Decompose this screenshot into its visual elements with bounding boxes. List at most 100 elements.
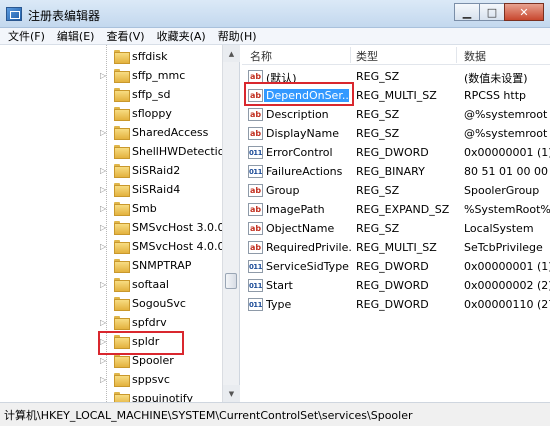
column-divider[interactable] xyxy=(350,47,351,63)
folder-icon xyxy=(114,373,130,387)
scroll-up-arrow-icon[interactable]: ▲ xyxy=(223,45,240,62)
binary-value-icon: 011 xyxy=(248,260,263,273)
expand-arrow-icon[interactable]: ▷ xyxy=(100,128,110,137)
value-row[interactable]: ab DisplayName REG_SZ @%systemroot xyxy=(242,124,550,143)
list-header: 名称 类型 数据 xyxy=(242,45,550,65)
value-name: Type xyxy=(266,298,292,311)
maximize-button[interactable]: □ xyxy=(479,3,505,21)
minimize-button[interactable]: ▁ xyxy=(454,3,480,21)
tree-item-label: SharedAccess xyxy=(132,126,209,139)
binary-value-icon: 011 xyxy=(248,298,263,311)
value-row[interactable]: ab Description REG_SZ @%systemroot xyxy=(242,105,550,124)
tree-item-sffdisk[interactable]: sffdisk xyxy=(0,47,222,66)
value-name: DisplayName xyxy=(266,127,339,140)
value-type: REG_SZ xyxy=(356,222,400,235)
value-row[interactable]: ab RequiredPrivile... REG_MULTI_SZ SeTcbPri… xyxy=(242,238,550,257)
binary-value-icon: 011 xyxy=(248,279,263,292)
tree-item-label: sffdisk xyxy=(132,50,168,63)
menu-file[interactable]: 文件(F) xyxy=(8,28,45,44)
value-data: (数值未设置) xyxy=(464,72,528,85)
value-type: REG_DWORD xyxy=(356,146,429,159)
tree-item-label: SiSRaid2 xyxy=(132,164,181,177)
value-data: 0x00000001 (1) xyxy=(464,146,550,159)
tree-item-smb[interactable]: ▷ Smb xyxy=(0,199,222,218)
tree-item-sppuinotify[interactable]: sppuinotify xyxy=(0,389,222,402)
value-type: REG_SZ xyxy=(356,184,400,197)
expand-arrow-icon[interactable]: ▷ xyxy=(100,242,110,251)
tree-item-spfdrv[interactable]: ▷ spfdrv xyxy=(0,313,222,332)
value-row[interactable]: ab Group REG_SZ SpoolerGroup xyxy=(242,181,550,200)
tree-item-snmptrap[interactable]: SNMPTRAP xyxy=(0,256,222,275)
menu-favorites[interactable]: 收藏夹(A) xyxy=(157,28,206,44)
expand-arrow-icon[interactable]: ▷ xyxy=(100,204,110,213)
tree-item-softaal[interactable]: ▷ softaal xyxy=(0,275,222,294)
tree-item-label: sfloppy xyxy=(132,107,172,120)
tree-item-sogousvc[interactable]: SogouSvc xyxy=(0,294,222,313)
expand-arrow-icon[interactable]: ▷ xyxy=(100,166,110,175)
value-row[interactable]: 011 FailureActions REG_BINARY 80 51 01 00 0… xyxy=(242,162,550,181)
folder-icon xyxy=(114,259,130,273)
value-row[interactable]: ab ObjectName REG_SZ LocalSystem xyxy=(242,219,550,238)
column-header-name[interactable]: 名称 xyxy=(250,48,272,64)
tree-item-label: SMSvcHost 4.0.0.0 xyxy=(132,240,236,253)
value-type: REG_SZ xyxy=(356,127,400,140)
tree-scrollbar[interactable]: ▲ ▼ xyxy=(222,45,240,402)
string-value-icon: ab xyxy=(248,108,263,121)
menu-view[interactable]: 查看(V) xyxy=(106,28,144,44)
tree-item-smsvchost-3-0-0-0[interactable]: ▷ SMSvcHost 3.0.0.0 xyxy=(0,218,235,237)
status-bar: 计算机\HKEY_LOCAL_MACHINE\SYSTEM\CurrentCon… xyxy=(0,402,550,426)
folder-icon xyxy=(114,164,130,178)
binary-value-icon: 011 xyxy=(248,165,263,178)
value-name: ErrorControl xyxy=(266,146,333,159)
value-data: 0x00000001 (1) xyxy=(464,260,550,273)
menu-edit[interactable]: 编辑(E) xyxy=(57,28,95,44)
tree-item-label: Smb xyxy=(132,202,157,215)
expand-arrow-icon[interactable]: ▷ xyxy=(100,223,110,232)
value-data: @%systemroot xyxy=(464,108,548,121)
tree-item-smsvchost-4-0-0-0[interactable]: ▷ SMSvcHost 4.0.0.0 xyxy=(0,237,235,256)
value-type: REG_EXPAND_SZ xyxy=(356,203,450,216)
close-button[interactable]: ✕ xyxy=(504,3,544,21)
value-row[interactable]: 011 Type REG_DWORD 0x00000110 (27 xyxy=(242,295,550,314)
folder-icon xyxy=(114,126,130,140)
scroll-thumb[interactable] xyxy=(225,273,237,289)
tree-item-sfloppy[interactable]: sfloppy xyxy=(0,104,222,123)
value-name: Description xyxy=(266,108,329,121)
column-divider[interactable] xyxy=(456,47,457,63)
string-value-icon: ab xyxy=(248,241,263,254)
tree-item-sffp-mmc[interactable]: ▷ sffp_mmc xyxy=(0,66,222,85)
tree-item-sisraid2[interactable]: ▷ SiSRaid2 xyxy=(0,161,222,180)
expand-arrow-icon[interactable]: ▷ xyxy=(100,185,110,194)
value-type: REG_SZ xyxy=(356,108,400,121)
column-header-type[interactable]: 类型 xyxy=(356,48,378,64)
tree-item-label: sppuinotify xyxy=(132,392,193,402)
value-data: 0x00000110 (27 xyxy=(464,298,550,311)
string-value-icon: ab xyxy=(248,127,263,140)
expand-arrow-icon[interactable]: ▷ xyxy=(100,280,110,289)
tree-item-sharedaccess[interactable]: ▷ SharedAccess xyxy=(0,123,222,142)
value-data: 80 51 01 00 00 xyxy=(464,165,548,178)
folder-icon xyxy=(114,240,130,254)
menu-help[interactable]: 帮助(H) xyxy=(218,28,257,44)
expand-arrow-icon[interactable]: ▷ xyxy=(100,375,110,384)
expand-arrow-icon[interactable]: ▷ xyxy=(100,356,110,365)
scroll-down-arrow-icon[interactable]: ▼ xyxy=(223,385,240,402)
value-row[interactable]: 011 ErrorControl REG_DWORD 0x00000001 (1) xyxy=(242,143,550,162)
tree-item-sffp-sd[interactable]: sffp_sd xyxy=(0,85,222,104)
value-row[interactable]: 011 Start REG_DWORD 0x00000002 (2) xyxy=(242,276,550,295)
highlight-box-spooler xyxy=(98,331,184,355)
folder-icon xyxy=(114,221,130,235)
tree-item-label: sppsvc xyxy=(132,373,170,386)
value-data: RPCSS http xyxy=(464,89,526,102)
expand-arrow-icon[interactable]: ▷ xyxy=(100,71,110,80)
expand-arrow-icon[interactable]: ▷ xyxy=(100,318,110,327)
folder-icon xyxy=(114,88,130,102)
value-row[interactable]: 011 ServiceSidType REG_DWORD 0x00000001 (1) xyxy=(242,257,550,276)
binary-value-icon: 011 xyxy=(248,146,263,159)
tree-item-sppsvc[interactable]: ▷ sppsvc xyxy=(0,370,222,389)
value-row[interactable]: ab ImagePath REG_EXPAND_SZ %SystemRoot% xyxy=(242,200,550,219)
tree-item-shellhwdetection[interactable]: ShellHWDetection xyxy=(0,142,231,161)
folder-icon xyxy=(114,69,130,83)
tree-item-sisraid4[interactable]: ▷ SiSRaid4 xyxy=(0,180,222,199)
column-header-data[interactable]: 数据 xyxy=(464,48,486,64)
